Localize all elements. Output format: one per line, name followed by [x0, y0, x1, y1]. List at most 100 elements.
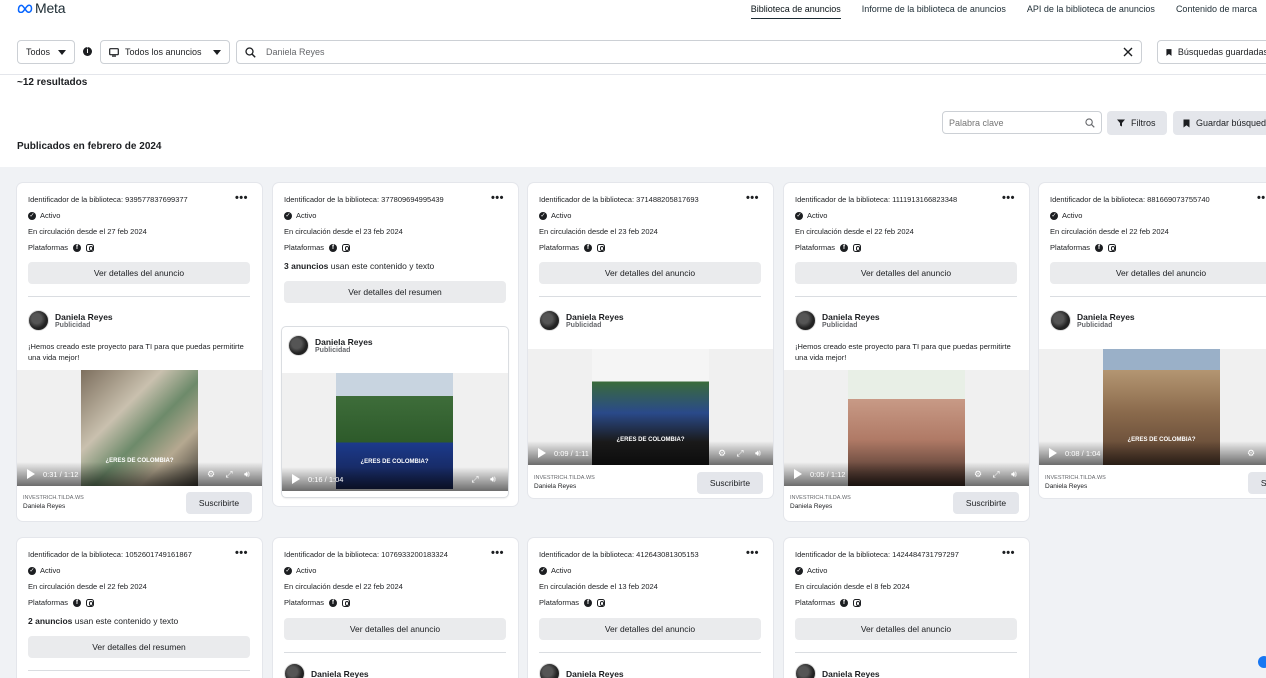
advertiser-name[interactable]: Daniela Reyes [1077, 312, 1135, 322]
settings-icon[interactable]: ⚙ [206, 469, 216, 479]
advertiser-name[interactable]: Daniela Reyes [822, 669, 880, 678]
avatar[interactable] [795, 310, 816, 331]
volume-icon[interactable]: 🔊︎ [488, 474, 498, 484]
info-icon[interactable]: i [83, 47, 92, 56]
facebook-icon: f [73, 598, 82, 607]
subscribe-button[interactable]: Suscribirte [1248, 472, 1266, 494]
advertiser-name[interactable]: Daniela Reyes [315, 337, 373, 347]
view-ad-details-button[interactable]: Ver detalles del anuncio [28, 262, 250, 284]
video-player[interactable]: ¿ERES DE COLOMBIA? 0:08 / 1:04 ⚙ ⤢ [1039, 349, 1266, 465]
search-input[interactable] [266, 47, 1113, 57]
view-ad-details-button[interactable]: Ver detalles del anuncio [539, 618, 761, 640]
advertiser-name[interactable]: Daniela Reyes [566, 669, 624, 678]
volume-icon[interactable]: 🔊︎ [753, 448, 763, 458]
search-field[interactable] [236, 40, 1142, 64]
more-options-icon[interactable]: ••• [1002, 192, 1015, 204]
more-options-icon[interactable]: ••• [746, 192, 759, 204]
view-summary-details-button[interactable]: Ver detalles del resumen [284, 281, 506, 303]
status-label: Activo [296, 211, 317, 220]
play-icon[interactable] [292, 474, 300, 484]
check-icon: ✓ [539, 566, 547, 575]
ad-link-title[interactable]: Daniela Reyes [790, 503, 832, 510]
avatar[interactable] [539, 310, 560, 331]
video-player[interactable]: ¿ERES DE COLOMBIA? 0:31 / 1:12 ⚙ ⤢ 🔊︎ [17, 370, 262, 486]
avatar[interactable] [539, 663, 560, 678]
view-ad-details-button[interactable]: Ver detalles del anuncio [795, 262, 1017, 284]
facebook-icon: f [329, 598, 338, 607]
more-options-icon[interactable]: ••• [1002, 547, 1015, 559]
more-options-icon[interactable]: ••• [491, 547, 504, 559]
settings-icon[interactable]: ⚙ [973, 469, 983, 479]
ad-link-url[interactable]: INVESTRICH.TILDA.WS [534, 475, 595, 481]
filter-icon [1117, 119, 1125, 127]
subscribe-button[interactable]: Suscribirte [953, 492, 1019, 514]
saved-searches-button[interactable]: Búsquedas guardadas [1157, 40, 1266, 64]
view-ad-details-button[interactable]: Ver detalles del anuncio [795, 618, 1017, 640]
close-icon[interactable] [1123, 47, 1133, 57]
fullscreen-icon[interactable]: ⤢ [991, 469, 1001, 479]
view-summary-details-button[interactable]: Ver detalles del resumen [28, 636, 250, 658]
more-options-icon[interactable]: ••• [491, 192, 504, 204]
view-ad-details-button[interactable]: Ver detalles del anuncio [284, 618, 506, 640]
ad-link-url[interactable]: INVESTRICH.TILDA.WS [23, 495, 84, 501]
ad-link-url[interactable]: INVESTRICH.TILDA.WS [790, 495, 851, 501]
help-bubble-icon[interactable] [1258, 656, 1266, 668]
ad-body-text: ¡Hemos creado este proyecto para TI para… [28, 342, 244, 362]
multiple-ads-note: 3 anuncios usan este contenido y texto [284, 261, 434, 271]
settings-icon[interactable]: ⚙ [717, 448, 727, 458]
more-options-icon[interactable]: ••• [746, 547, 759, 559]
volume-icon[interactable]: 🔊︎ [1009, 469, 1019, 479]
fullscreen-icon[interactable]: ⤢ [470, 474, 480, 484]
filters-button[interactable]: Filtros [1107, 111, 1167, 135]
advertiser-name[interactable]: Daniela Reyes [566, 312, 624, 322]
avatar[interactable] [1050, 310, 1071, 331]
more-options-icon[interactable]: ••• [235, 547, 248, 559]
avatar[interactable] [795, 663, 816, 678]
fullscreen-icon[interactable]: ⤢ [735, 448, 745, 458]
ad-link-url[interactable]: INVESTRICH.TILDA.WS [1045, 475, 1106, 481]
subscribe-button[interactable]: Suscribirte [186, 492, 252, 514]
nav-ad-library[interactable]: Biblioteca de anuncios [750, 4, 841, 19]
nav-branded-content[interactable]: Contenido de marca [1176, 4, 1257, 19]
play-icon[interactable] [794, 469, 802, 479]
more-options-icon[interactable]: ••• [235, 192, 248, 204]
play-icon[interactable] [538, 448, 546, 458]
play-icon[interactable] [27, 469, 35, 479]
meta-logo[interactable]: Meta [17, 0, 66, 16]
keyword-input[interactable] [949, 117, 1085, 128]
ad-link-title[interactable]: Daniela Reyes [534, 483, 576, 490]
instagram-icon [86, 598, 95, 607]
avatar[interactable] [284, 663, 305, 678]
divider [1050, 296, 1266, 297]
volume-icon[interactable]: 🔊︎ [242, 469, 252, 479]
more-options-icon[interactable]: ••• [1257, 192, 1266, 204]
advertiser-name[interactable]: Daniela Reyes [822, 312, 880, 322]
nav-ad-library-api[interactable]: API de la biblioteca de anuncios [1027, 4, 1155, 19]
divider [795, 652, 1017, 653]
section-title: Publicados en febrero de 2024 [17, 141, 162, 152]
view-ad-details-button[interactable]: Ver detalles del anuncio [1050, 262, 1266, 284]
ad-type-dropdown[interactable]: Todos los anuncios [100, 40, 230, 64]
avatar[interactable] [288, 335, 309, 356]
keyword-field[interactable] [942, 111, 1102, 134]
advertiser-name[interactable]: Daniela Reyes [55, 312, 113, 322]
library-id: Identificador de la biblioteca: 93957783… [28, 195, 188, 204]
ad-link-title[interactable]: Daniela Reyes [1045, 483, 1087, 490]
advertiser-name[interactable]: Daniela Reyes [311, 669, 369, 678]
view-ad-details-button[interactable]: Ver detalles del anuncio [539, 262, 761, 284]
library-id: Identificador de la biblioteca: 11119131… [795, 195, 958, 204]
nav-ad-library-report[interactable]: Informe de la biblioteca de anuncios [862, 4, 1006, 19]
ad-card: Identificador de la biblioteca: 11119131… [784, 183, 1029, 521]
avatar[interactable] [28, 310, 49, 331]
settings-icon[interactable]: ⚙ [1246, 448, 1256, 458]
video-player[interactable]: ¿ERES DE COLOMBIA? 0:16 / 1:04 ⤢ 🔊︎ [282, 373, 508, 491]
country-dropdown[interactable]: Todos [17, 40, 75, 64]
play-icon[interactable] [1049, 448, 1057, 458]
ad-link-title[interactable]: Daniela Reyes [23, 503, 65, 510]
video-player[interactable]: ¿ERES DE COLOMBIA? 0:09 / 1:11 ⚙ ⤢ 🔊︎ [528, 349, 773, 465]
video-player[interactable]: 0:05 / 1:12 ⚙ ⤢ 🔊︎ [784, 370, 1029, 486]
fullscreen-icon[interactable]: ⤢ [224, 469, 234, 479]
video-controls: 0:16 / 1:04 ⤢ 🔊︎ [282, 467, 508, 491]
save-search-button[interactable]: Guardar búsqueda [1173, 111, 1266, 135]
subscribe-button[interactable]: Suscribirte [697, 472, 763, 494]
